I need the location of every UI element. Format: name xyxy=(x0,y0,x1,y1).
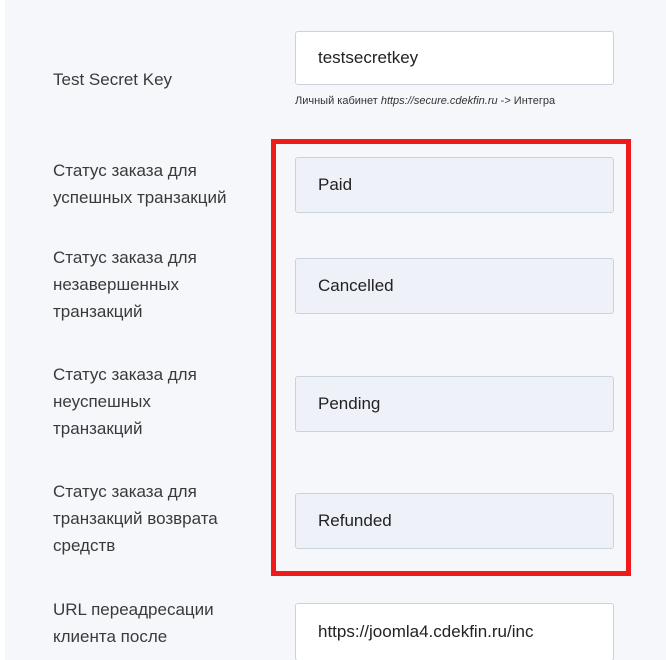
redirect-url-label: URL переадресации клиента после xyxy=(53,600,214,646)
status-failed-select[interactable]: Pending xyxy=(295,376,614,432)
status-refund-select[interactable]: Refunded xyxy=(295,493,614,549)
test-secret-key-hint: Личный кабинет https://secure.cdekfin.ru… xyxy=(295,95,555,107)
hint-suffix: -> Интегра xyxy=(497,95,556,107)
test-secret-key-label: Test Secret Key xyxy=(53,70,173,89)
hint-url: https://secure.cdekfin.ru xyxy=(380,95,498,107)
settings-form: Test Secret Key testsecretkey Личный каб… xyxy=(5,0,666,660)
status-incomplete-select[interactable]: Cancelled xyxy=(295,258,614,314)
status-refund-label: Статус заказа для транзакций возврата ср… xyxy=(53,482,218,555)
status-success-label: Статус заказа для успешных транзакций xyxy=(53,161,227,207)
test-secret-key-input[interactable]: testsecretkey xyxy=(295,31,614,85)
status-success-select[interactable]: Paid xyxy=(295,157,614,213)
status-incomplete-label: Статус заказа для незавершенных транзакц… xyxy=(53,248,197,321)
status-failed-label: Статус заказа для неуспешных транзакций xyxy=(53,365,197,438)
redirect-url-input[interactable]: https://joomla4.cdekfin.ru/inc xyxy=(295,603,614,660)
hint-prefix: Личный кабинет xyxy=(295,95,381,107)
